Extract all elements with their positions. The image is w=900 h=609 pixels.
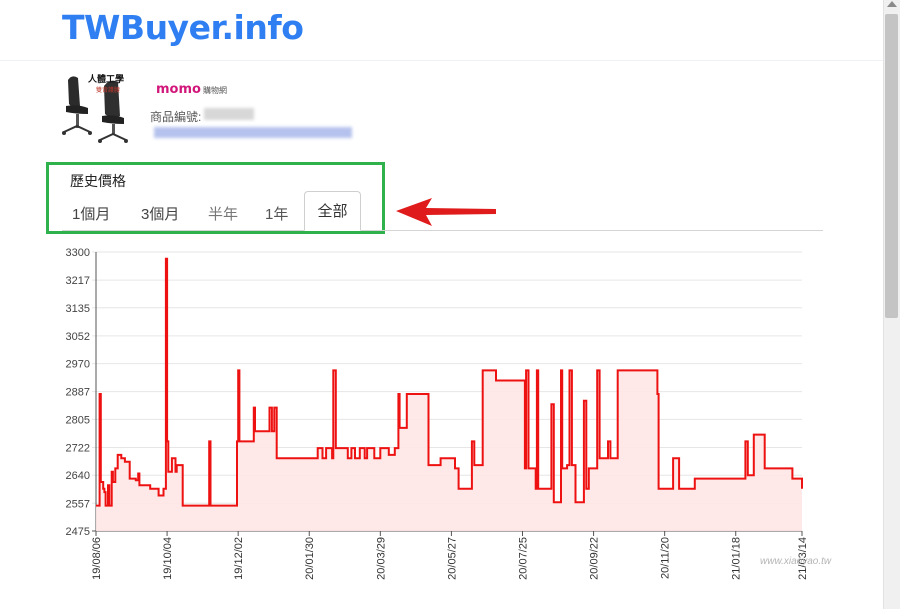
store-logo[interactable]: momo 購物網 bbox=[156, 82, 227, 97]
watermark: www.xiaoyao.tw bbox=[760, 556, 832, 567]
svg-text:雙背護腰: 雙背護腰 bbox=[96, 86, 120, 94]
y-tick-label: 2475 bbox=[66, 526, 90, 538]
tabs-divider bbox=[62, 230, 823, 231]
tab-all[interactable]: 全部 bbox=[304, 191, 361, 231]
svg-text:人體工學: 人體工學 bbox=[87, 73, 124, 85]
product-link-redacted[interactable] bbox=[154, 127, 352, 138]
red-arrow-icon bbox=[396, 198, 496, 226]
tab-3-months[interactable]: 3個月 bbox=[141, 203, 179, 224]
x-tick-label: 20/07/25 bbox=[517, 537, 529, 580]
site-logo[interactable]: TWBuyer.info bbox=[62, 8, 304, 47]
x-tick-label: 20/03/29 bbox=[375, 537, 387, 580]
x-tick-label: 20/11/20 bbox=[660, 537, 672, 579]
y-tick-label: 2722 bbox=[66, 442, 90, 454]
tab-1-year[interactable]: 1年 bbox=[265, 203, 288, 224]
x-tick-label: 21/01/18 bbox=[731, 537, 743, 580]
scroll-up-arrow-icon[interactable] bbox=[887, 1, 897, 7]
y-tick-label: 2557 bbox=[66, 498, 90, 510]
x-tick-label: 20/01/30 bbox=[304, 537, 316, 580]
price-history-chart: 3300 3217 3135 3052 2970 2887 2805 2722 2640 2557… bbox=[66, 247, 809, 580]
x-tick-label: 19/12/02 bbox=[233, 537, 245, 580]
y-tick-label: 2640 bbox=[66, 470, 90, 482]
y-tick-label: 2970 bbox=[66, 359, 90, 371]
y-tick-label: 3135 bbox=[66, 303, 90, 315]
x-tick-label: 20/05/27 bbox=[446, 537, 458, 580]
scrollbar-thumb[interactable] bbox=[885, 14, 898, 318]
y-tick-label: 3300 bbox=[66, 247, 90, 259]
x-tick-label: 19/08/06 bbox=[91, 537, 103, 580]
y-tick-label: 3052 bbox=[66, 331, 90, 343]
office-chair-icon: 人體工學 雙背護腰 bbox=[58, 70, 136, 146]
y-tick-label: 2805 bbox=[66, 414, 90, 426]
site-header: TWBuyer.info bbox=[0, 0, 883, 61]
x-tick-label: 19/10/04 bbox=[162, 537, 174, 580]
series-area-fill bbox=[96, 258, 802, 531]
tab-1-month[interactable]: 1個月 bbox=[72, 203, 110, 224]
product-id-label: 商品編號: bbox=[150, 110, 202, 124]
product-id-value-redacted bbox=[204, 108, 254, 120]
y-tick-label: 2887 bbox=[66, 387, 90, 399]
history-title: 歷史價格 bbox=[70, 173, 126, 189]
product-image[interactable]: 人體工學 雙背護腰 bbox=[58, 70, 136, 146]
x-tick-label: 20/09/22 bbox=[589, 537, 601, 580]
y-tick-label: 3217 bbox=[66, 275, 90, 287]
tab-half-year[interactable]: 半年 bbox=[208, 203, 238, 224]
